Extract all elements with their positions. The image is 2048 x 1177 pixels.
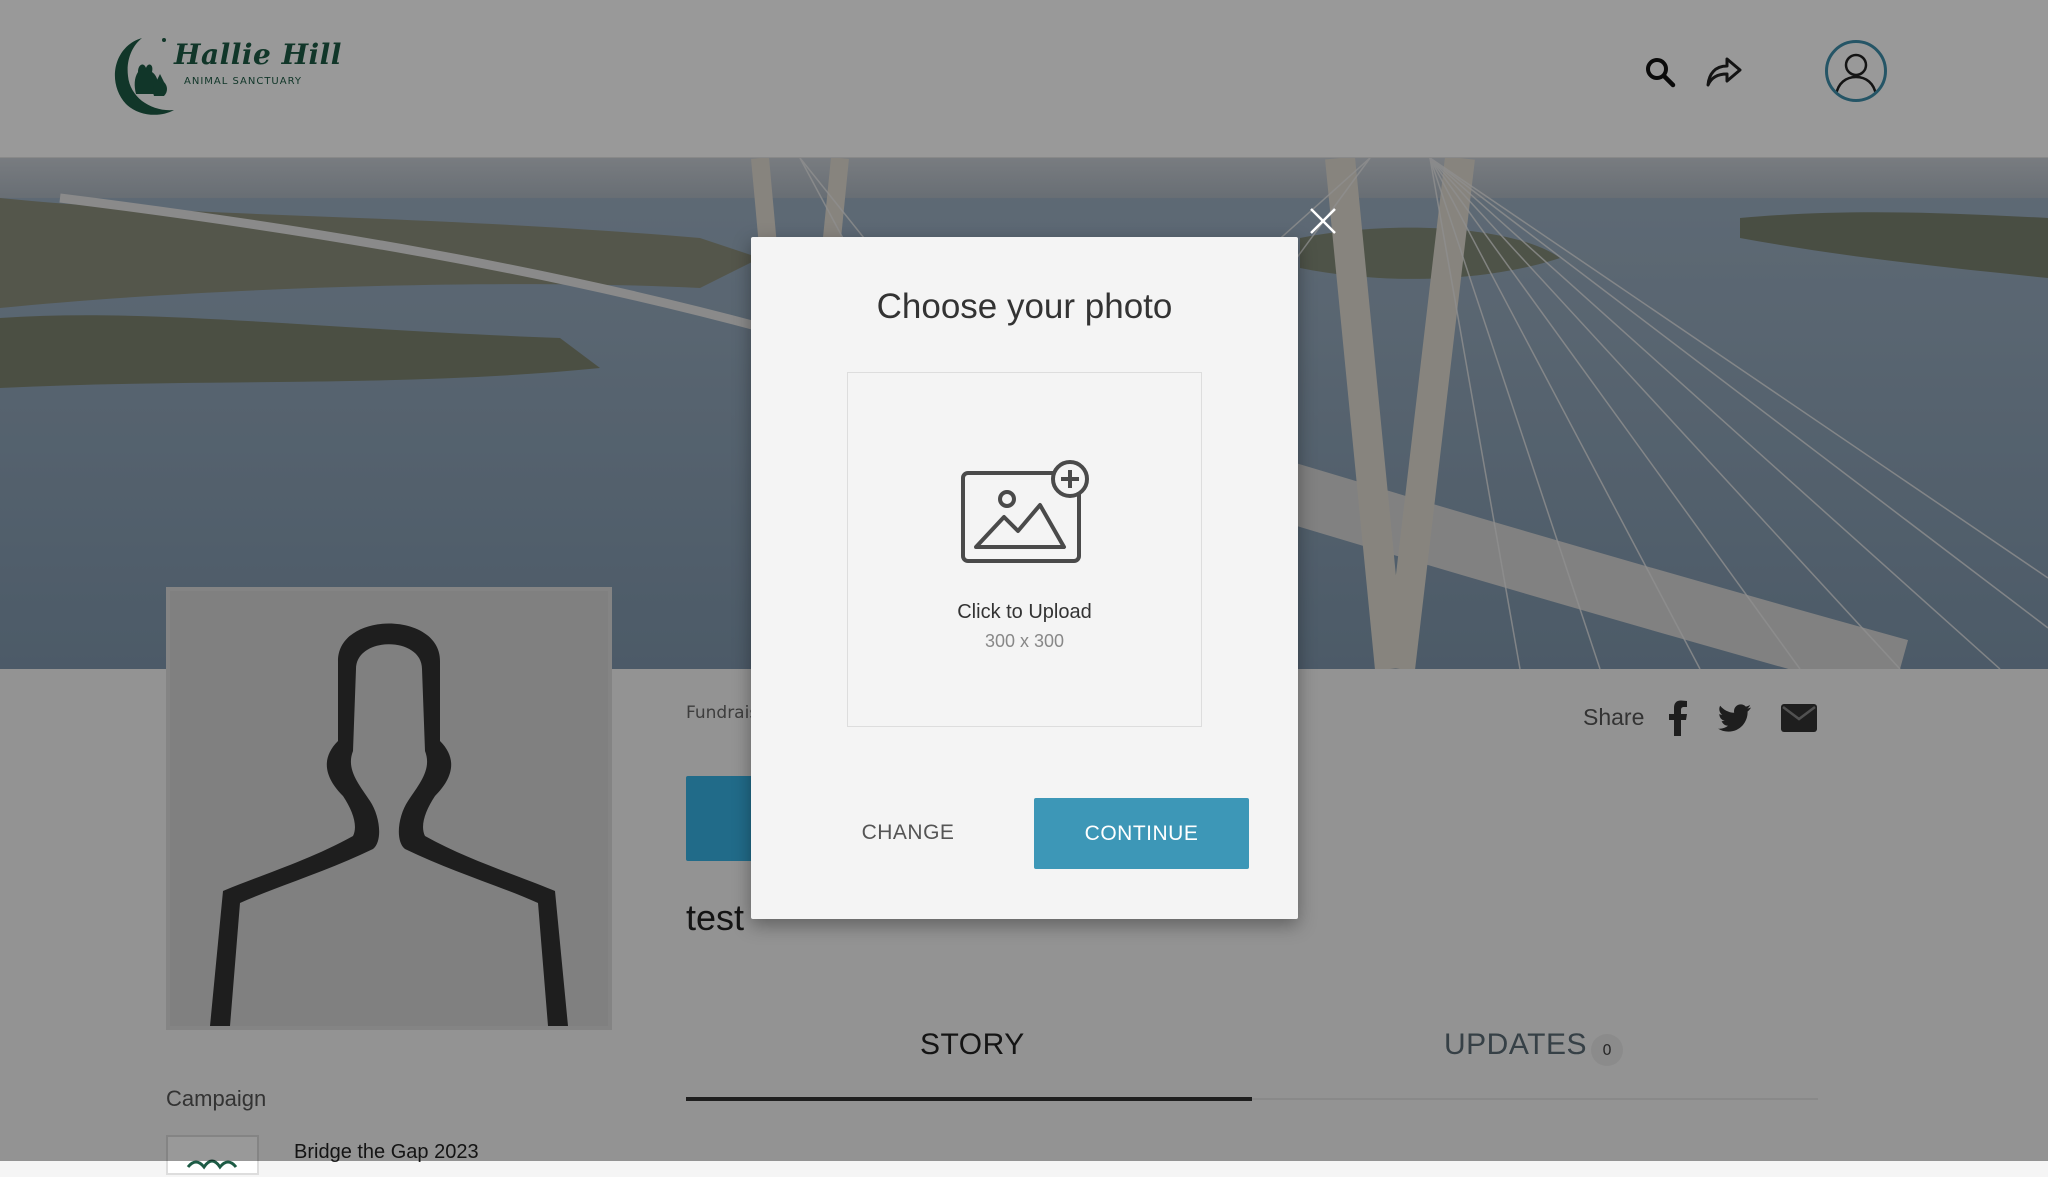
choose-photo-modal: Choose your photo Click to Upload 300 x … <box>751 237 1298 919</box>
fundraiser-page: Hallie Hill ANIMAL SANCTUARY Fundrais Sh… <box>0 0 2048 1175</box>
photo-upload-dropzone[interactable]: Click to Upload 300 x 300 <box>847 372 1202 727</box>
continue-button[interactable]: CONTINUE <box>1034 798 1249 869</box>
upload-dimensions: 300 x 300 <box>984 631 1065 651</box>
upload-label: Click to Upload <box>957 601 1092 623</box>
change-button[interactable]: CHANGE <box>838 798 978 868</box>
close-icon[interactable] <box>1306 204 1340 238</box>
add-image-icon <box>961 460 1089 563</box>
modal-title: Choose your photo <box>876 287 1173 326</box>
